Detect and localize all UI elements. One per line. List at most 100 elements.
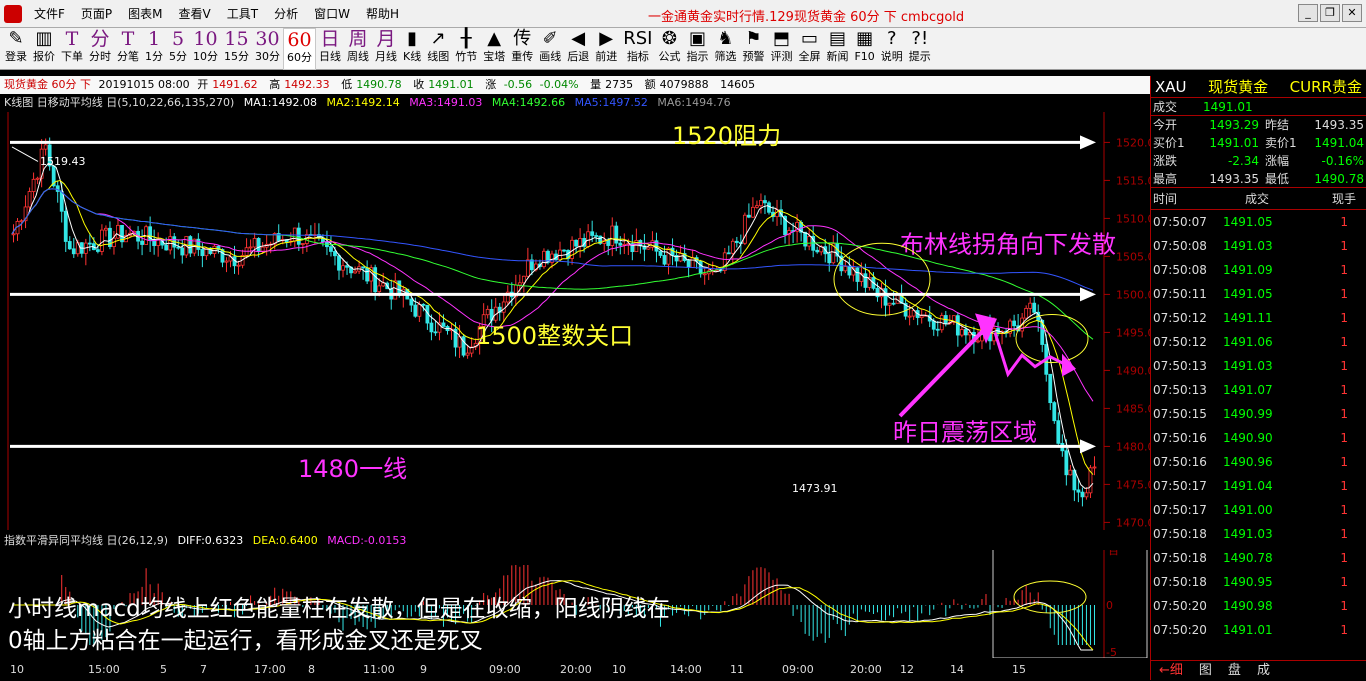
toolbar-icon-6: 5 (171, 28, 185, 50)
candle-body (919, 315, 924, 319)
y-tick-label: 1475.0 (1116, 478, 1150, 491)
toolbar-icon-32: ?! (911, 28, 929, 49)
menu-item-5[interactable]: 分析 (266, 0, 306, 28)
menu-item-6[interactable]: 窗口W (306, 0, 358, 28)
window-controls: _ ❐ ✕ (1298, 4, 1362, 22)
y-tick-label: 1485.0 (1116, 402, 1150, 415)
restore-icon[interactable]: ❐ (1320, 4, 1340, 22)
candle-body (353, 270, 357, 274)
toolbar-icon-30: ▦ (856, 28, 874, 49)
tick-time: 07:50:18 (1153, 551, 1207, 565)
panel-tab-1[interactable]: 图 (1191, 661, 1220, 680)
toolbar-button-1[interactable]: ▥ 报价 (30, 28, 58, 70)
time-label: 09:00 (782, 663, 814, 676)
tick-row: 07:50:11 1491.05 1 (1151, 282, 1366, 306)
high-price: 1493.35 (1209, 172, 1259, 186)
toolbar-button-12[interactable]: 周周线 (344, 28, 372, 70)
high-label: 高 (269, 78, 281, 91)
candle-body (646, 246, 651, 250)
toolbar-button-30[interactable]: ▦ F10 (851, 28, 877, 70)
bar-chg: -0.56 (503, 78, 533, 91)
toolbar-button-24[interactable]: ▣ 指示 (683, 28, 711, 70)
candle-body (27, 191, 32, 208)
tick-time: 07:50:07 (1153, 215, 1207, 229)
tick-time: 07:50:13 (1153, 359, 1207, 373)
candle-body (1048, 373, 1053, 404)
panel-tab-2[interactable]: 盘 (1220, 661, 1249, 680)
toolbar-button-13[interactable]: 月月线 (372, 28, 400, 70)
toolbar-button-25[interactable]: ♞ 筛选 (711, 28, 739, 70)
toolbar-button-26[interactable]: ⚑ 预警 (739, 28, 767, 70)
time-axis: 10 15:00 5 7 17:00 8 11:00 9 09:00 20:00 10 14:00 11… (0, 660, 1150, 680)
tick-volume: 1 (1340, 311, 1348, 325)
window-title: 一金通黄金实时行情.129现货黄金 60分 下 cmbcgold (648, 10, 965, 25)
toolbar-button-15[interactable]: ↗ 线图 (424, 28, 452, 70)
tick-price: 1491.11 (1223, 311, 1273, 325)
toolbar-button-16[interactable]: ╂ 竹节 (452, 28, 480, 70)
candle-body (755, 205, 759, 208)
toolbar-button-14[interactable]: ▮ K线 (400, 28, 424, 70)
menu-item-2[interactable]: 图表M (120, 0, 170, 28)
time-label: 17:00 (254, 663, 286, 676)
candle-body (300, 243, 305, 245)
toolbar-button-9[interactable]: 30 30分 (252, 28, 283, 70)
toolbar-button-20[interactable]: ◀ 后退 (564, 28, 592, 70)
toolbar-button-2[interactable]: T 下单 (58, 28, 86, 70)
toolbar-icon-14: ▮ (407, 28, 418, 49)
time-label: 14 (950, 663, 964, 676)
toolbar-button-19[interactable]: ✐ 画线 (536, 28, 564, 70)
toolbar-button-17[interactable]: ▲ 宝塔 (480, 28, 508, 70)
panel-tab-0[interactable]: ←细 (1151, 661, 1191, 680)
toolbar-button-18[interactable]: 传重传 (508, 28, 536, 70)
toolbar-button-31[interactable]: ? 说明 (878, 28, 906, 70)
open-label: 今开 (1153, 118, 1178, 132)
toolbar-button-21[interactable]: ▶ 前进 (592, 28, 620, 70)
toolbar-button-23[interactable]: ❂ 公式 (655, 28, 683, 70)
toolbar-icon-7: 10 (193, 28, 218, 50)
toolbar-button-32[interactable]: ?! 提示 (906, 28, 934, 70)
toolbar-icon-22: RSI (623, 28, 653, 49)
toolbar-button-7[interactable]: 10 10分 (190, 28, 221, 70)
toolbar-button-5[interactable]: 1 1分 (142, 28, 166, 70)
menu-item-7[interactable]: 帮助H (358, 0, 407, 28)
range-annotation: 昨日震荡区域 (893, 418, 1037, 446)
toolbar-button-28[interactable]: ▭ 全屏 (795, 28, 823, 70)
candle-body (578, 238, 583, 247)
panel-tab-3[interactable]: 成 (1249, 661, 1278, 680)
toolbar-button-10[interactable]: 60 60分 (283, 28, 316, 70)
menu-item-0[interactable]: 文件F (26, 0, 73, 28)
candle-body (730, 240, 735, 254)
macd-chart[interactable]: 百 0 -5 小时线macd均线上红色能量柱在发散，但是在收缩，阳线阴线在 0轴上方粘合… (0, 550, 1150, 658)
toolbar-button-3[interactable]: 分分时 (86, 28, 114, 70)
toolbar-button-11[interactable]: 日日线 (316, 28, 344, 70)
candle-body (670, 247, 675, 256)
menu-item-3[interactable]: 查看V (171, 0, 219, 28)
toolbar-label-6: 5分 (169, 50, 187, 63)
close-icon[interactable]: ✕ (1342, 4, 1362, 22)
title-bar: 文件F 页面P 图表M 查看V 工具T 分析 窗口W 帮助H 一金通黄金实时行情.129现货黄… (0, 0, 1366, 28)
candle-body (887, 302, 892, 306)
toolbar-button-6[interactable]: 5 5分 (166, 28, 190, 70)
toolbar-button-8[interactable]: 15 15分 (221, 28, 252, 70)
time-label: 10 (612, 663, 626, 676)
toolbar-button-29[interactable]: ▤ 新闻 (823, 28, 851, 70)
menu-item-4[interactable]: 工具T (219, 0, 266, 28)
candle-body (63, 210, 68, 242)
toolbar-button-27[interactable]: ⬒ 评测 (767, 28, 795, 70)
minimize-icon[interactable]: _ (1298, 4, 1318, 22)
candle-body (662, 255, 667, 265)
toolbar-icon-25: ♞ (717, 28, 734, 49)
tick-row: 07:50:20 1490.98 1 (1151, 594, 1366, 618)
ticks-list[interactable]: 07:50:07 1491.05 1 07:50:08 1491.03 1 07:50:08… (1151, 210, 1366, 642)
tick-time: 07:50:16 (1153, 455, 1207, 469)
toolbar-button-4[interactable]: T 分笔 (114, 28, 142, 70)
toolbar-button-22[interactable]: RSI 指标 (620, 28, 655, 70)
toolbar-icon-4: T (121, 28, 135, 50)
toolbar-button-0[interactable]: ✎ 登录 (2, 28, 30, 70)
tick-volume: 1 (1340, 239, 1348, 253)
tick-price: 1491.00 (1223, 503, 1273, 517)
bid-ask-row: 买价1 1491.01 卖价1 1491.04 (1151, 134, 1366, 152)
menu-item-1[interactable]: 页面P (73, 0, 120, 28)
candlestick-chart[interactable]: 1520.0 1515.0 1510.0 1505.0 1500.0 1495.0 1490… (0, 112, 1150, 530)
candle-body (87, 242, 92, 245)
